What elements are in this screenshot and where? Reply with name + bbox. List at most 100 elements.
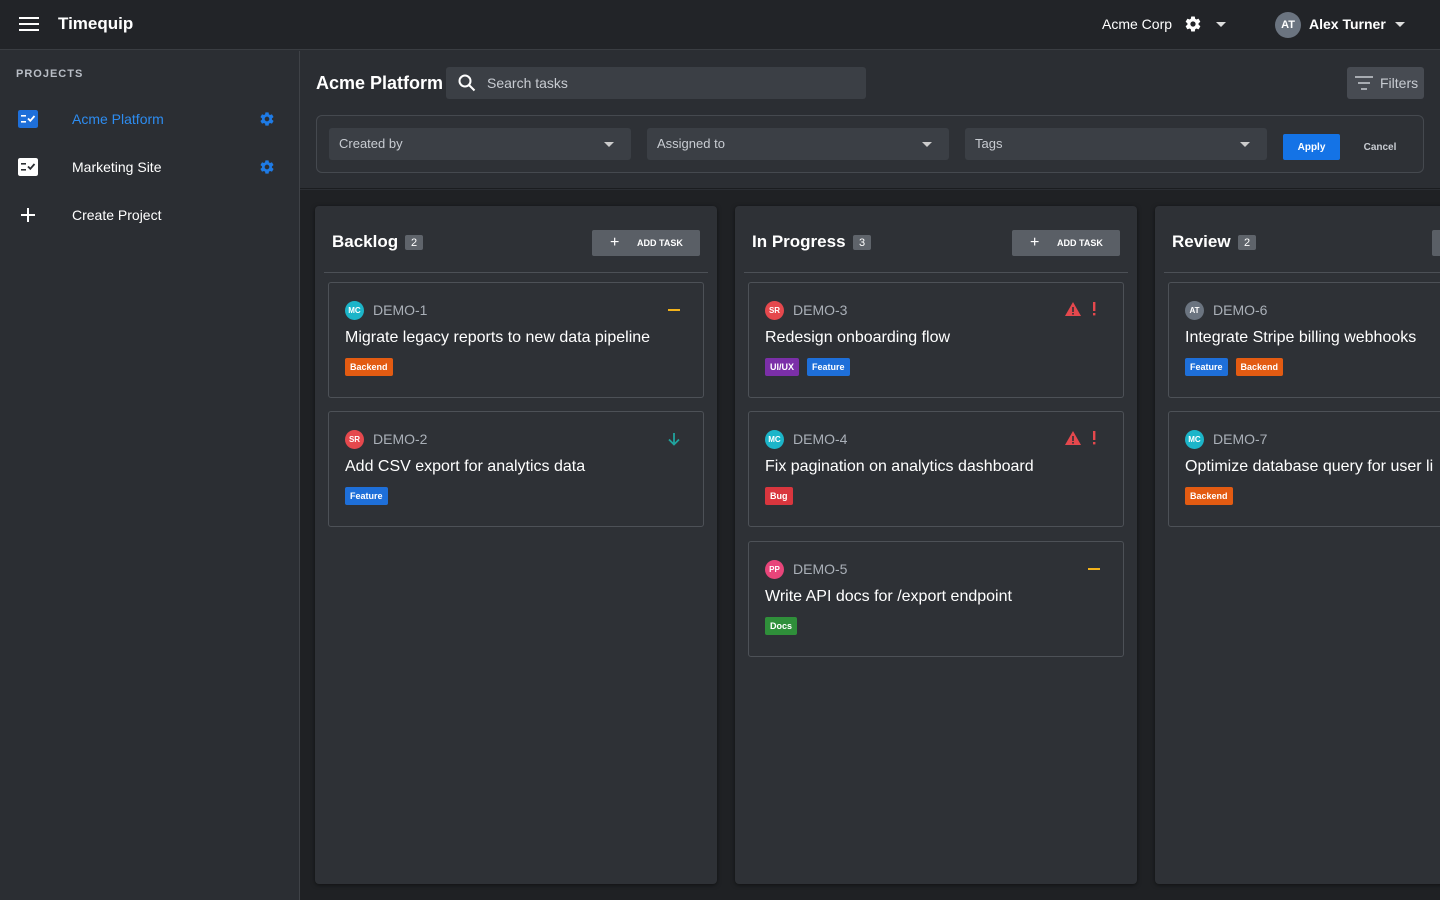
sidebar-heading: PROJECTS — [16, 68, 84, 80]
page-title: Acme Platform — [316, 73, 444, 93]
tag-list: Backend — [345, 358, 393, 376]
task-title: Fix pagination on analytics dashboard — [765, 458, 1034, 475]
search-icon — [458, 74, 476, 92]
menu-icon[interactable] — [19, 17, 39, 33]
sidebar-item-acme-platform[interactable]: Acme Platform — [0, 100, 299, 140]
plus-icon: + — [610, 234, 620, 251]
plus-icon: + — [1030, 234, 1040, 251]
apply-button[interactable]: Apply — [1283, 134, 1340, 160]
board-column: Review 2 +ADD TASK AT DEMO-6 Integrate Stripe… — [1155, 206, 1440, 884]
warning-icon — [1065, 431, 1081, 445]
tags-select[interactable]: Tags — [965, 128, 1267, 160]
task-title: Optimize database query for user li — [1185, 458, 1434, 475]
task-title: Redesign onboarding flow — [765, 329, 951, 346]
add-task-label: ADD TASK — [637, 238, 683, 248]
task-list-icon — [18, 110, 38, 128]
task-id: DEMO-4 — [793, 431, 848, 447]
app-title: Timequip — [58, 14, 134, 33]
tag-list: Backend — [1185, 487, 1233, 505]
gear-icon[interactable] — [1184, 15, 1202, 33]
avatar: AT — [1185, 301, 1204, 320]
avatar: MC — [765, 430, 784, 449]
exclamation-icon — [1093, 302, 1096, 316]
avatar[interactable]: AT — [1275, 12, 1301, 38]
created-by-select[interactable]: Created by — [329, 128, 631, 160]
board-column: In Progress 3 + ADD TASK SR DEMO-3 Redesign on… — [735, 206, 1137, 884]
gear-icon[interactable] — [259, 111, 275, 127]
tag-list: Docs — [765, 617, 798, 635]
chevron-down-icon[interactable] — [1216, 22, 1226, 27]
project-header: Acme Platform Filters Created by Assigne… — [300, 51, 1440, 189]
priority-medium-icon — [1088, 568, 1100, 570]
column-title: In Progress — [752, 232, 846, 251]
task-title: Write API docs for /export endpoint — [765, 588, 1012, 605]
task-id: DEMO-5 — [793, 561, 848, 577]
filters-button[interactable]: Filters — [1347, 67, 1424, 99]
gear-icon[interactable] — [259, 159, 275, 175]
assigned-to-select[interactable]: Assigned to — [647, 128, 949, 160]
avatar: PP — [765, 560, 784, 579]
add-task-button[interactable]: + ADD TASK — [1012, 230, 1120, 256]
user-name[interactable]: Alex Turner — [1309, 16, 1386, 32]
priority-medium-icon — [668, 309, 680, 311]
task-card[interactable]: MC DEMO-7 Optimize database query for user… — [1168, 411, 1440, 527]
sidebar-item-marketing-site[interactable]: Marketing Site — [0, 148, 299, 188]
org-name[interactable]: Acme Corp — [1102, 16, 1172, 32]
tag-chip: Backend — [1235, 358, 1284, 376]
task-id: DEMO-2 — [373, 431, 428, 447]
tag-chip: Bug — [765, 487, 793, 505]
filter-icon — [1355, 76, 1373, 90]
sidebar-item-label: Marketing Site — [72, 159, 162, 175]
task-title: Integrate Stripe billing webhooks — [1185, 329, 1417, 346]
create-project-label: Create Project — [72, 207, 162, 223]
sidebar-item-label: Acme Platform — [72, 111, 164, 127]
tag-chip: Docs — [765, 617, 798, 635]
task-title: Add CSV export for analytics data — [345, 458, 586, 475]
task-card[interactable]: MC DEMO-1 Migrate legacy reports to new da… — [328, 282, 704, 398]
task-id: DEMO-3 — [793, 302, 848, 318]
task-card[interactable]: PP DEMO-5 Write API docs for /export endpo… — [748, 541, 1124, 657]
avatar: MC — [345, 301, 364, 320]
search-box[interactable] — [446, 67, 866, 99]
cancel-button[interactable]: Cancel — [1353, 134, 1407, 160]
column-count-badge: 2 — [405, 235, 423, 250]
column-count-badge: 3 — [853, 235, 871, 250]
task-card[interactable]: SR DEMO-2 Add CSV export for analytics dat… — [328, 411, 704, 527]
warning-icon — [1065, 302, 1081, 316]
create-project-button[interactable]: Create Project — [0, 196, 299, 236]
task-id: DEMO-7 — [1213, 431, 1268, 447]
tag-list: Feature — [345, 487, 388, 505]
tag-chip: Feature — [807, 358, 850, 376]
divider — [744, 272, 1128, 273]
task-card[interactable]: MC DEMO-4 Fix pagination on analytics dash… — [748, 411, 1124, 527]
tag-chip: Feature — [345, 487, 388, 505]
tag-list: Bug — [765, 487, 793, 505]
add-task-button[interactable]: + ADD TASK — [592, 230, 700, 256]
add-task-label: ADD TASK — [1057, 238, 1103, 248]
column-title: Backlog — [332, 232, 399, 251]
filters-label: Filters — [1380, 75, 1419, 91]
chevron-down-icon[interactable] — [1395, 22, 1405, 27]
add-task-button[interactable]: +ADD TASK — [1432, 230, 1440, 256]
task-card[interactable]: AT DEMO-6 Integrate Stripe billing webhook… — [1168, 282, 1440, 398]
divider — [324, 272, 708, 273]
avatar: SR — [345, 430, 364, 449]
sidebar: PROJECTS Acme Platform Marketing Site Cr… — [0, 51, 300, 900]
top-app-bar: Timequip Acme Corp AT Alex Turner — [0, 0, 1440, 50]
task-list-icon — [18, 158, 38, 176]
search-input[interactable] — [487, 67, 857, 99]
kanban-board: Backlog 2 + ADD TASK MC DEMO-1 Migrate legacy … — [300, 190, 1440, 900]
board-column: Backlog 2 + ADD TASK MC DEMO-1 Migrate legacy … — [315, 206, 717, 884]
tag-chip: UI/UX — [765, 358, 800, 376]
chevron-down-icon — [1240, 142, 1250, 147]
task-card[interactable]: SR DEMO-3 Redesign onboarding flow UI/UX Fea… — [748, 282, 1124, 398]
arrow-down-icon — [668, 433, 680, 446]
plus-icon — [21, 208, 35, 222]
task-title: Migrate legacy reports to new data pipel… — [345, 329, 651, 346]
tag-list: Feature Backend — [1185, 358, 1284, 376]
avatar: MC — [1185, 430, 1204, 449]
column-count-badge: 2 — [1238, 235, 1256, 250]
filter-panel: Created by Assigned to Tags Apply Cancel — [316, 115, 1424, 173]
select-label: Assigned to — [657, 136, 725, 151]
tag-chip: Feature — [1185, 358, 1228, 376]
